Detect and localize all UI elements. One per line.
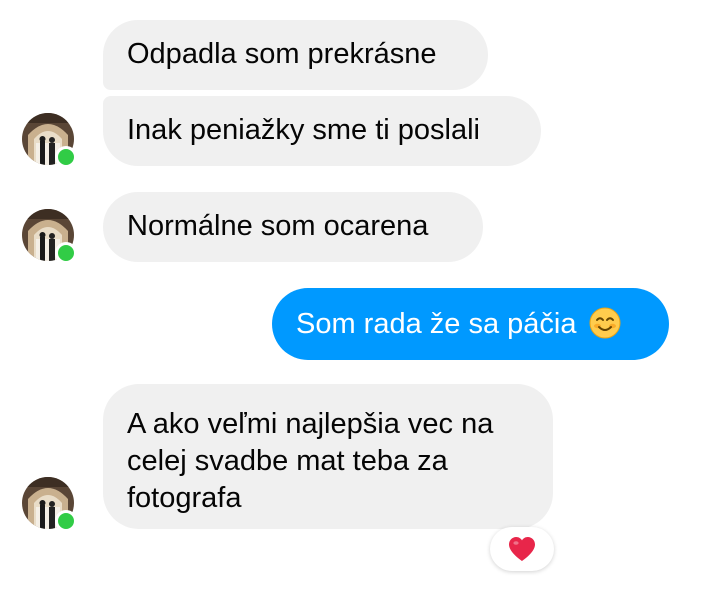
message-bubble-incoming[interactable]: Inak peniažky sme ti poslali [103,96,541,166]
sender-avatar[interactable] [22,209,77,264]
message-text: Normálne som ocarena [127,210,429,242]
message-bubble-incoming[interactable]: Odpadla som prekrásne [103,20,488,90]
smiling-face-icon [589,307,621,339]
message-reaction[interactable] [490,527,554,571]
message-text: Odpadla som prekrásne [127,38,437,70]
message-bubble-outgoing[interactable]: Som rada že sa páčia [272,288,669,360]
message-text: A ako veľmi najlepšia vec na celej svadb… [127,408,494,514]
online-status-dot [55,242,77,264]
message-text: Som rada že sa páčia [296,308,577,340]
message-text: Inak peniažky sme ti poslali [127,114,480,146]
message-bubble-incoming[interactable]: Normálne som ocarena [103,192,483,262]
sender-avatar[interactable] [22,477,77,532]
message-bubble-incoming[interactable]: A ako veľmi najlepšia vec na celej svadb… [103,384,553,529]
sender-avatar[interactable] [22,113,77,168]
online-status-dot [55,146,77,168]
online-status-dot [55,510,77,532]
red-heart-icon [509,537,535,561]
